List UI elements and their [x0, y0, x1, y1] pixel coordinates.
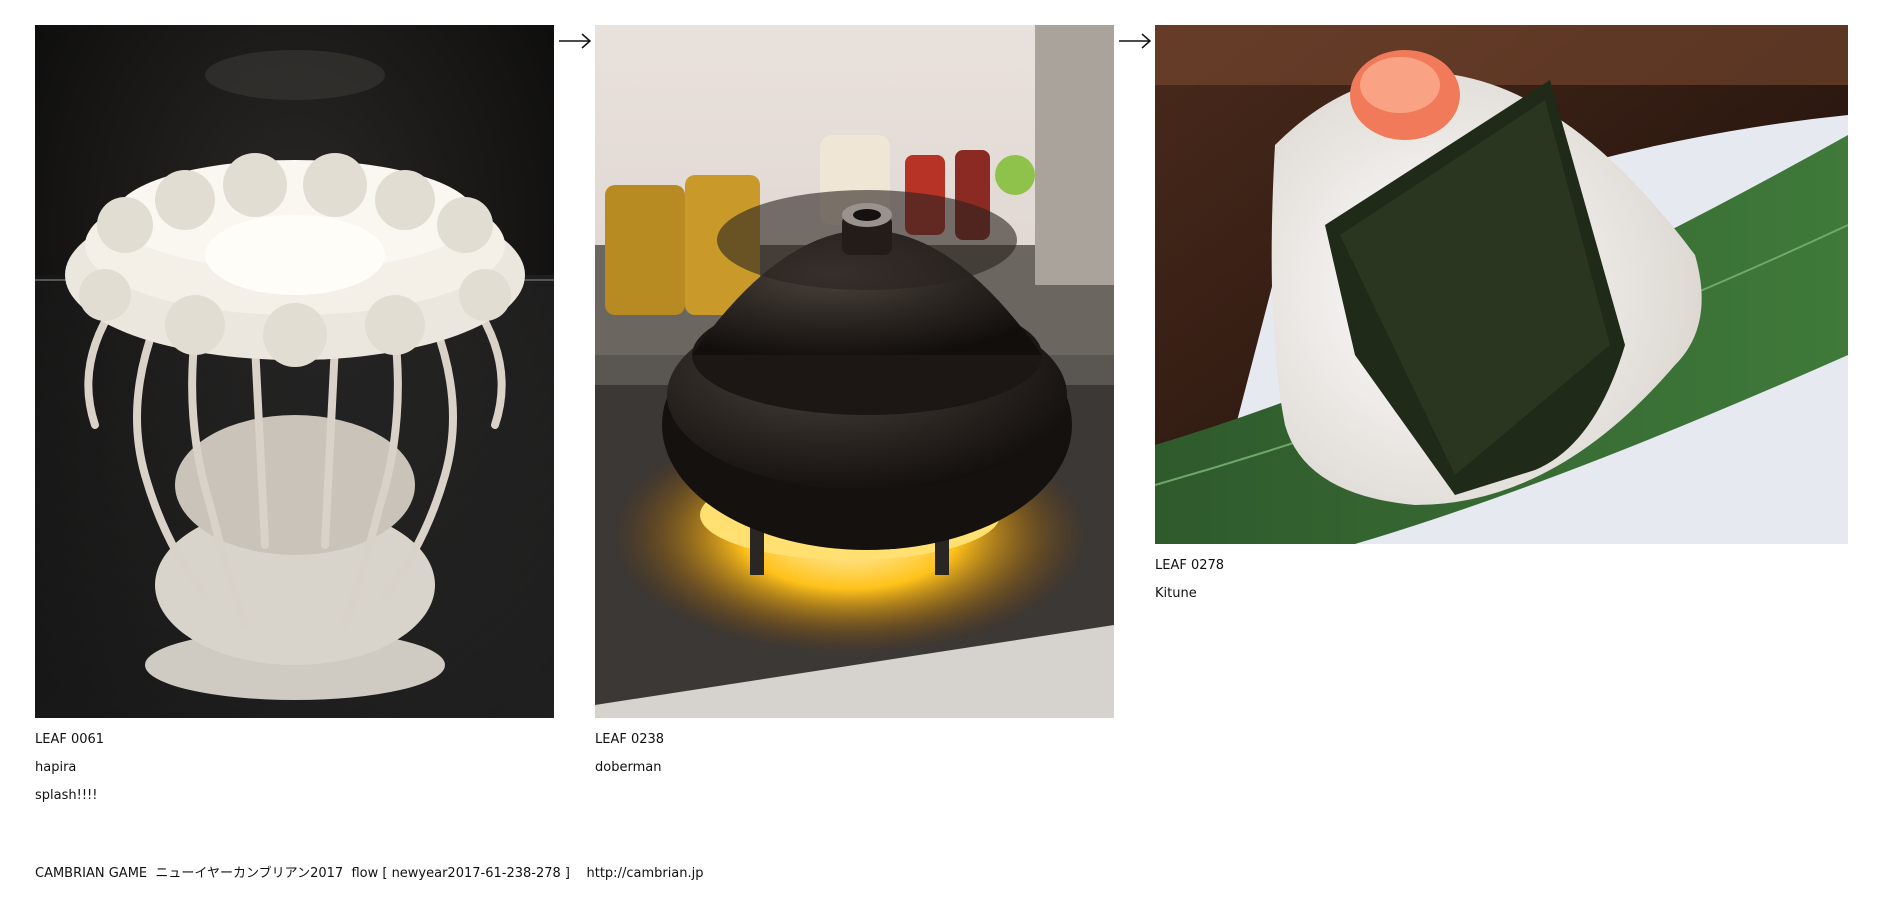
onigiri-image	[1155, 25, 1848, 544]
leaf-photo-3[interactable]	[1155, 25, 1848, 544]
footer: CAMBRIAN GAME ニューイヤーカンブリアン2017 flow [ ne…	[35, 864, 704, 884]
leaf-comment: splash!!!!	[35, 788, 98, 803]
donabe-image	[595, 25, 1114, 718]
leaf-card-1: LEAF 0061 hapira splash!!!!	[35, 25, 554, 810]
leaf-id-label[interactable]: LEAF 0061	[35, 726, 554, 754]
leaf-photo-1[interactable]	[35, 25, 554, 718]
leaf-id-label[interactable]: LEAF 0278	[1155, 552, 1848, 580]
sculpture-image	[35, 25, 554, 718]
leaf-photo-2[interactable]	[595, 25, 1114, 718]
leaf-author[interactable]: Kitune	[1155, 580, 1848, 608]
leaf-author[interactable]: hapira	[35, 754, 554, 782]
event-title-link[interactable]: ニューイヤーカンブリアン2017	[155, 864, 343, 884]
right-arrow-icon	[1118, 31, 1152, 51]
leaf-caption-3: LEAF 0278 Kitune	[1155, 552, 1848, 608]
leaf-caption-1: LEAF 0061 hapira splash!!!!	[35, 726, 554, 810]
leaf-author[interactable]: doberman	[595, 754, 1114, 782]
right-arrow-icon	[558, 31, 592, 51]
site-name-link[interactable]: CAMBRIAN GAME	[35, 864, 147, 884]
leaf-card-2: LEAF 0238 doberman	[595, 25, 1114, 782]
site-url-link[interactable]: http://cambrian.jp	[587, 864, 704, 884]
leaf-id-label[interactable]: LEAF 0238	[595, 726, 1114, 754]
flow-label: flow [ newyear2017-61-238-278 ]	[351, 866, 570, 881]
leaf-caption-2: LEAF 0238 doberman	[595, 726, 1114, 782]
leaf-card-3: LEAF 0278 Kitune	[1155, 25, 1848, 608]
